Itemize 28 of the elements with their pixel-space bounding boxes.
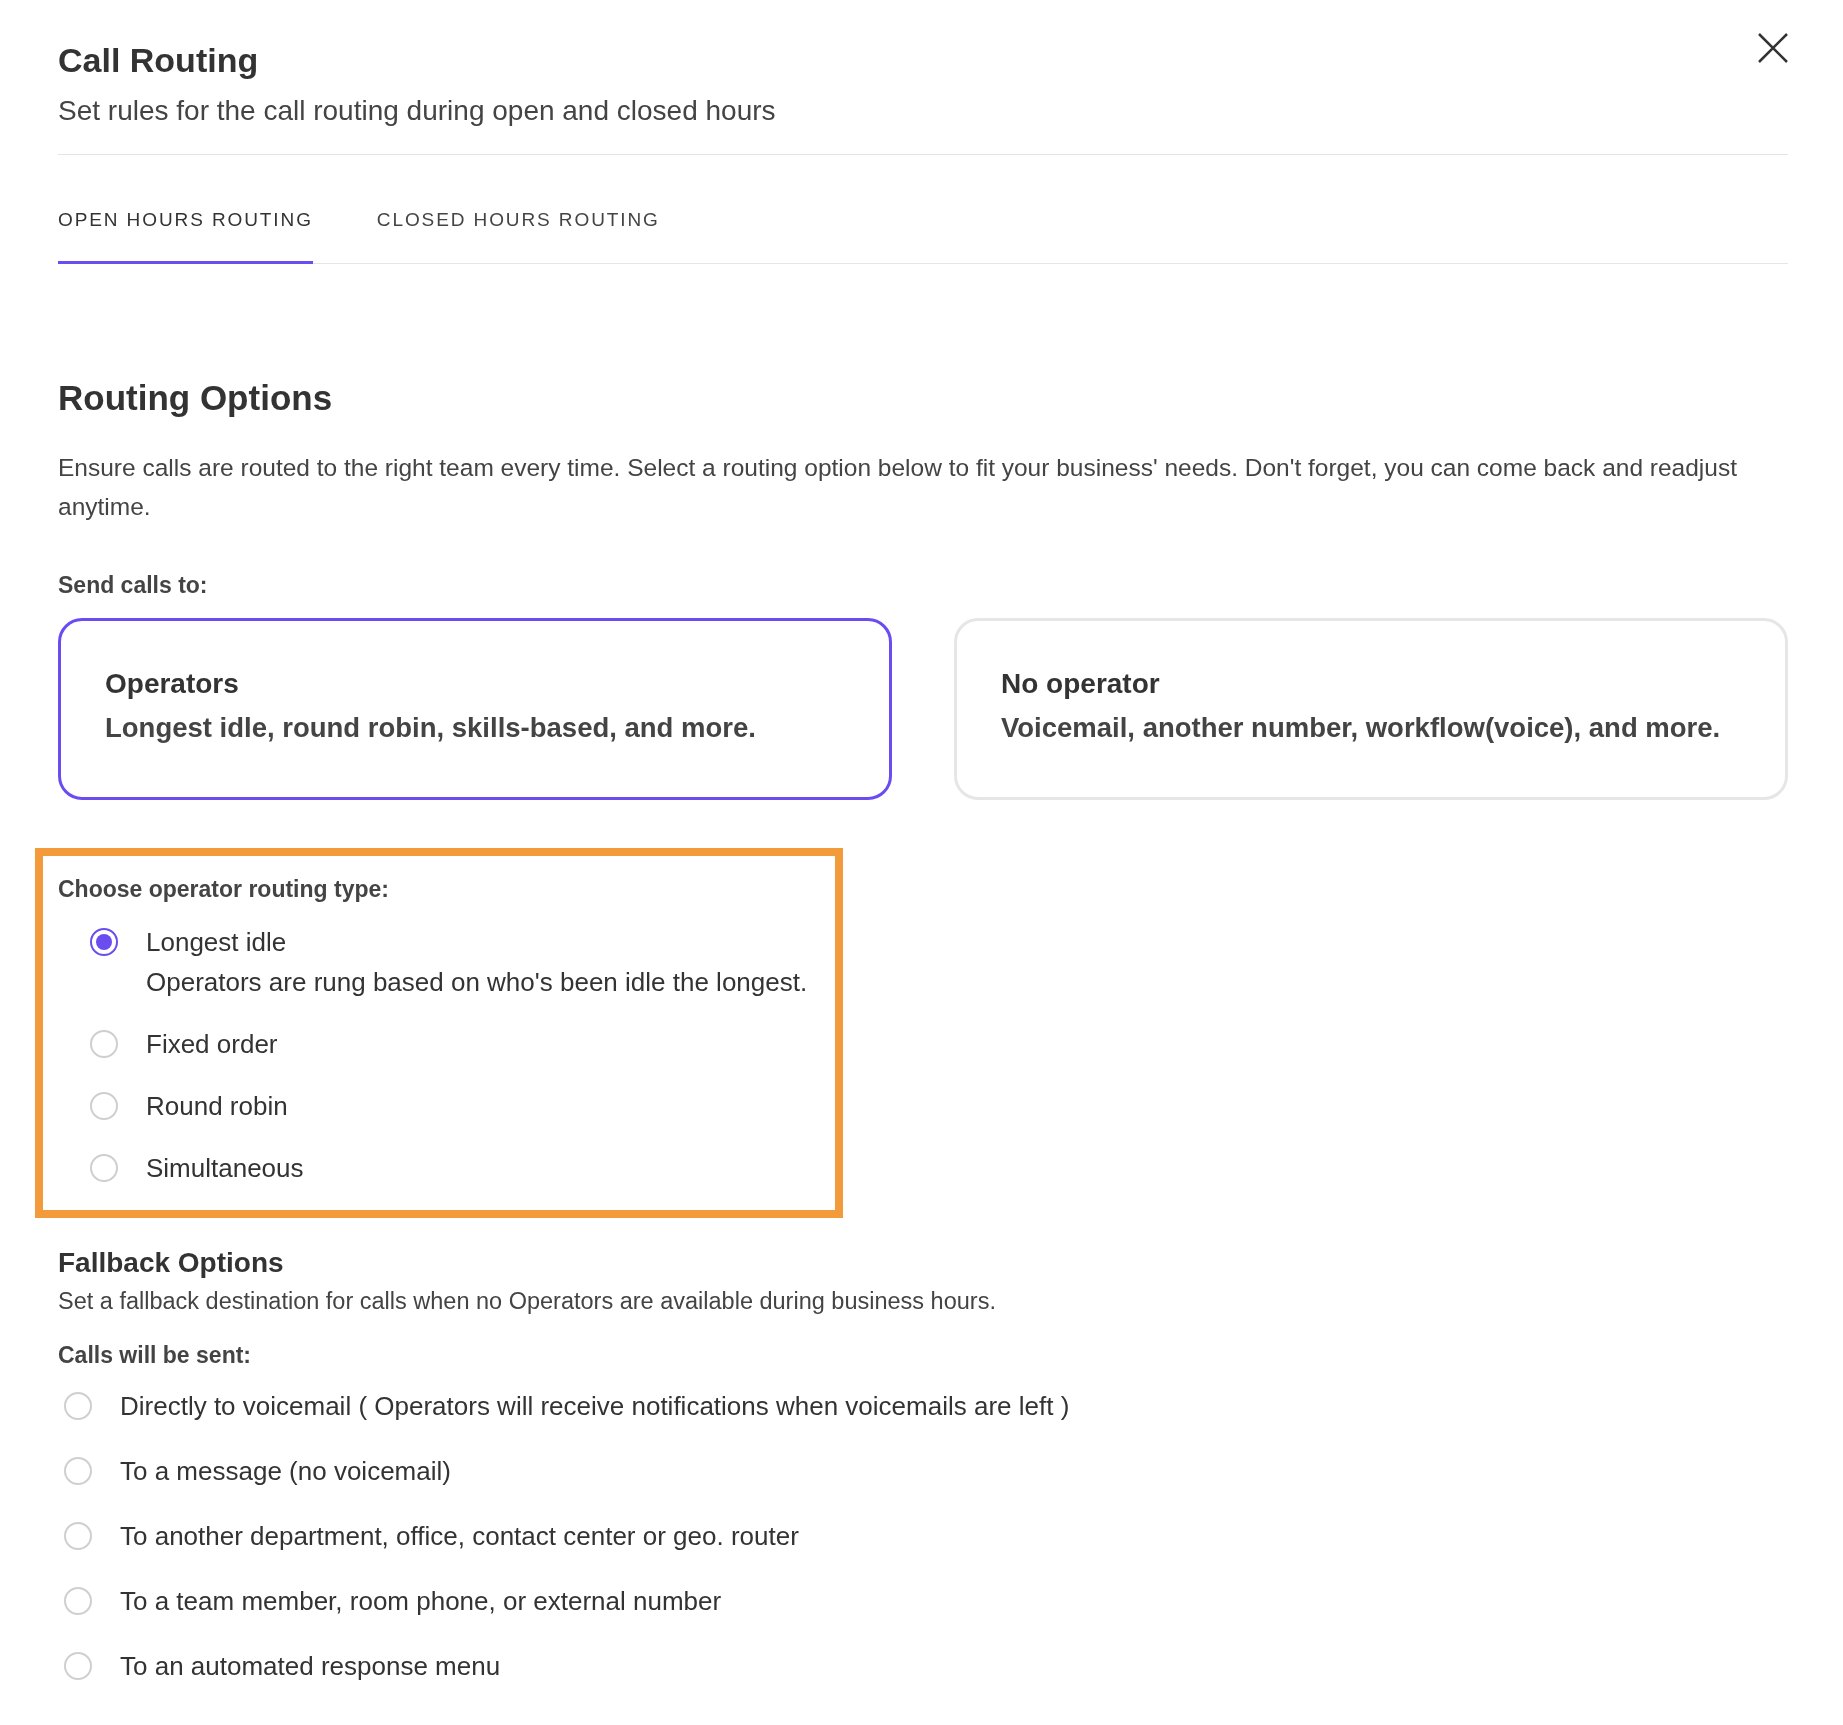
section-description: Ensure calls are routed to the right team every time. Select a routing option below to fit your business' needs. Don't forget, you can come back and readjust anytime. — [58, 453, 1738, 522]
card-description: Longest idle, round robin, skills-based, and more. — [105, 711, 757, 745]
radio-label: Longest idle — [146, 926, 288, 958]
radio-label: To a message (no voicemail) — [120, 1455, 451, 1487]
radio-button[interactable] — [90, 928, 118, 956]
radio-label: Fixed order — [146, 1028, 278, 1060]
card-description: Voicemail, another number, workflow(voice), and more. — [1001, 711, 1722, 745]
option-card[interactable]: No operator Voicemail, another number, workflow(voice), and more. — [954, 618, 1788, 800]
radio-label: To another department, office, contact center or geo. router — [120, 1520, 799, 1552]
field-label: Send calls to: — [58, 571, 209, 600]
radio-label: Round robin — [146, 1090, 288, 1122]
card-title: No operator — [1001, 667, 1161, 701]
option-description: Operators are rung based on who's been idle the longest. — [146, 966, 808, 998]
field-label: Calls will be sent: — [58, 1341, 252, 1370]
radio-label: Simultaneous — [146, 1152, 304, 1184]
section-description: Set a fallback destination for calls when no Operators are available during business hours. — [58, 1287, 997, 1316]
tab[interactable]: OPEN HOURS ROUTING — [58, 209, 313, 264]
radio-label: To an automated response menu — [120, 1650, 501, 1682]
dialog-title: Call Routing — [58, 40, 259, 81]
card-title: Operators — [105, 667, 240, 701]
radio-label: To a team member, room phone, or external number — [120, 1585, 722, 1617]
option-card[interactable]: Operators Longest idle, round robin, skills-based, and more. — [58, 618, 892, 800]
radio-label: Directly to voicemail ( Operators will receive notifications when voicemails are left ) — [120, 1390, 1070, 1422]
tab[interactable]: CLOSED HOURS ROUTING — [376, 209, 660, 264]
section-title: Fallback Options — [58, 1246, 285, 1280]
section-title: Routing Options — [58, 377, 334, 419]
field-label: Choose operator routing type: — [58, 875, 390, 904]
dialog-subtitle: Set rules for the call routing during open and closed hours — [58, 94, 777, 128]
